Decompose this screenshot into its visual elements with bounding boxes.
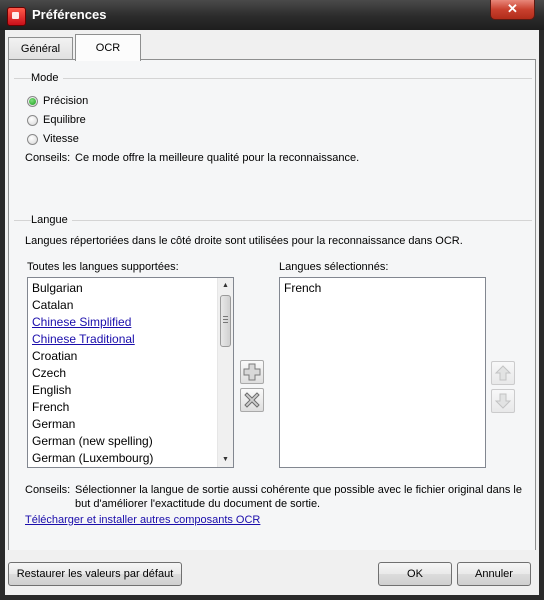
cancel-button[interactable]: Annuler	[457, 562, 531, 586]
mode-group-label: Mode	[31, 72, 63, 84]
langue-hint-line2: but d'améliorer l'exactitude du document…	[75, 498, 321, 510]
langue-description: Langues répertoriées dans le côté droite…	[25, 235, 463, 247]
remove-language-button[interactable]	[240, 388, 264, 412]
title-bar: Préférences ✕	[0, 0, 544, 30]
list-item[interactable]: German	[28, 416, 233, 433]
list-item[interactable]: Catalan	[28, 297, 233, 314]
list-item[interactable]: Czech	[28, 365, 233, 382]
app-logo-icon	[7, 7, 26, 26]
tab-ocr[interactable]: OCR	[75, 34, 141, 61]
dialog-button-bar: Restaurer les valeurs par défaut OK Annu…	[5, 550, 539, 595]
restore-defaults-button[interactable]: Restaurer les valeurs par défaut	[8, 562, 182, 586]
langue-hint-label: Conseils:	[25, 484, 71, 496]
arrow-down-icon	[494, 393, 512, 409]
selected-languages-items: French	[280, 278, 485, 297]
all-languages-items: Bulgarian Catalan Chinese Simplified Chi…	[28, 278, 233, 467]
radio-equilibre-indicator[interactable]	[27, 114, 38, 126]
grip-line	[223, 319, 228, 320]
download-ocr-components-link[interactable]: Télécharger et installer autres composan…	[25, 514, 260, 526]
dialog-body: Général OCR Mode Précision Equilibre Vit…	[5, 30, 539, 595]
langue-hint-line1: Sélectionner la langue de sortie aussi c…	[75, 484, 522, 496]
radio-equilibre[interactable]: Equilibre	[27, 112, 86, 128]
radio-precision-label: Précision	[43, 95, 89, 107]
tab-general[interactable]: Général	[8, 37, 73, 60]
scroll-thumb[interactable]	[220, 295, 231, 347]
ok-button[interactable]: OK	[378, 562, 452, 586]
plus-icon	[243, 363, 261, 381]
window-title: Préférences	[32, 7, 107, 22]
radio-precision[interactable]: Précision	[27, 93, 88, 109]
list-item[interactable]: English	[28, 382, 233, 399]
close-button[interactable]: ✕	[490, 0, 535, 20]
radio-precision-indicator[interactable]	[27, 95, 38, 107]
list-item[interactable]: Chinese Simplified	[28, 314, 233, 331]
all-languages-scrollbar[interactable]: ▲ ▼	[217, 278, 233, 467]
grip-line	[223, 316, 228, 317]
scroll-down-arrow-icon[interactable]: ▼	[218, 452, 233, 467]
radio-vitesse-indicator[interactable]	[27, 133, 38, 145]
list-item[interactable]: French	[28, 399, 233, 416]
langue-group-label: Langue	[31, 214, 72, 226]
ocr-tab-panel: Mode Précision Equilibre Vitesse Conseil…	[8, 59, 536, 551]
arrow-up-icon	[494, 365, 512, 381]
mode-hint-text: Ce mode offre la meilleure qualité pour …	[75, 152, 360, 164]
radio-equilibre-label: Equilibre	[43, 114, 86, 126]
selected-languages-list[interactable]: French	[279, 277, 486, 468]
radio-vitesse[interactable]: Vitesse	[27, 131, 79, 147]
all-languages-list[interactable]: Bulgarian Catalan Chinese Simplified Chi…	[27, 277, 234, 468]
all-languages-label: Toutes les langues supportées:	[27, 261, 179, 273]
x-icon	[244, 392, 260, 408]
list-item[interactable]: Chinese Traditional	[28, 331, 233, 348]
list-item[interactable]: Bulgarian	[28, 280, 233, 297]
mode-group-divider	[14, 78, 532, 79]
move-up-button[interactable]	[491, 361, 515, 385]
mode-hint-label: Conseils:	[25, 152, 71, 164]
scroll-up-arrow-icon[interactable]: ▲	[218, 278, 233, 293]
add-language-button[interactable]	[240, 360, 264, 384]
radio-vitesse-label: Vitesse	[43, 133, 79, 145]
move-down-button[interactable]	[491, 389, 515, 413]
list-item[interactable]: German (new spelling)	[28, 433, 233, 450]
list-item[interactable]: German (Luxembourg)	[28, 450, 233, 467]
list-item[interactable]: Croatian	[28, 348, 233, 365]
list-item[interactable]: French	[280, 280, 485, 297]
preferences-window: Préférences ✕ Général OCR Mode Précision…	[0, 0, 544, 600]
langue-group-divider	[14, 220, 532, 221]
grip-line	[223, 322, 228, 323]
selected-languages-label: Langues sélectionnés:	[279, 261, 389, 273]
